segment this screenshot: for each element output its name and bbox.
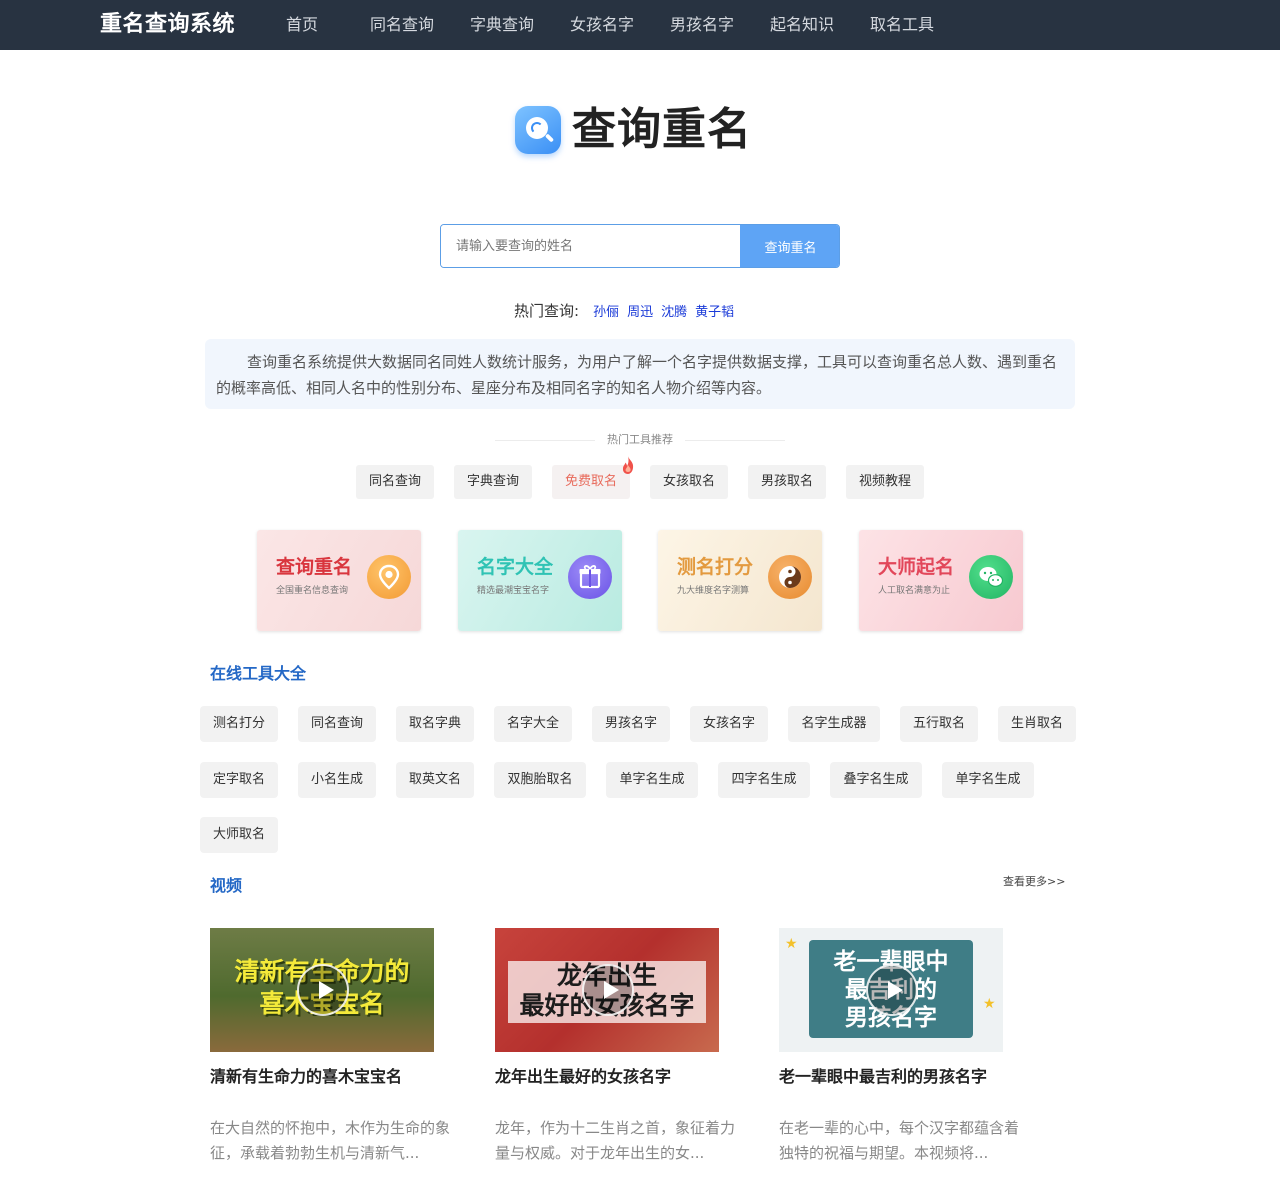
card-title: 大师起名	[878, 556, 955, 578]
tool-link[interactable]: 小名生成	[298, 762, 376, 798]
fire-icon	[622, 456, 634, 474]
tool-link[interactable]: 定字取名	[200, 762, 278, 798]
hot-tool-free-naming[interactable]: 免费取名	[552, 465, 630, 499]
play-icon	[297, 964, 349, 1016]
nav-same-name-query[interactable]: 同名查询	[370, 15, 434, 35]
tool-link[interactable]: 生肖取名	[998, 706, 1076, 742]
card-query-duplicate[interactable]: 查询重名 全国重名信息查询	[257, 530, 421, 631]
hot-tool-girl-naming[interactable]: 女孩取名	[650, 465, 728, 499]
video-description: 在大自然的怀抱中，木作为生命的象征，承载着勃勃生机与清新气...	[210, 1119, 451, 1162]
nav-naming-tools[interactable]: 取名工具	[870, 15, 934, 35]
site-brand[interactable]: 重名查询系统	[100, 11, 235, 39]
search-button[interactable]: 查询重名	[740, 225, 839, 267]
nav-boy-names[interactable]: 男孩名字	[670, 15, 734, 35]
nav-dictionary-query[interactable]: 字典查询	[470, 15, 534, 35]
tool-link[interactable]: 测名打分	[200, 706, 278, 742]
tool-link[interactable]: 单字名生成	[606, 762, 698, 798]
tool-link[interactable]: 取英文名	[396, 762, 474, 798]
hot-tools-title: 热门工具推荐	[607, 433, 673, 446]
card-subtitle: 全国重名信息查询	[276, 586, 349, 596]
page-logo: 查询重名	[515, 104, 765, 160]
card-subtitle: 精选最潮宝宝名字	[477, 586, 550, 596]
nav-home[interactable]: 首页	[286, 15, 318, 35]
star-icon: ★	[983, 996, 996, 1012]
tool-link[interactable]: 取名字典	[396, 706, 474, 742]
card-name-score[interactable]: 测名打分 九大维度名字测算	[658, 530, 822, 631]
view-more-link[interactable]: 查看更多>>	[1003, 874, 1065, 890]
tool-link[interactable]: 男孩名字	[592, 706, 670, 742]
hot-search-link[interactable]: 周迅	[627, 305, 653, 320]
hot-tool-video-tutorial[interactable]: 视频教程	[846, 465, 924, 499]
tool-link[interactable]: 名字生成器	[788, 706, 880, 742]
hot-search: 热门查询: 孙俪 周迅 沈腾 黄子韬	[514, 300, 742, 324]
wechat-icon	[969, 555, 1013, 599]
video-description: 在老一辈的心中，每个汉字都蕴含着独特的祝福与期望。本视频将...	[779, 1119, 1020, 1162]
video-title[interactable]: 清新有生命力的喜木宝宝名	[210, 1066, 402, 1088]
video-title[interactable]: 老一辈眼中最吉利的男孩名字	[779, 1066, 987, 1088]
online-tools-title: 在线工具大全	[210, 664, 307, 683]
video-title[interactable]: 龙年出生最好的女孩名字	[495, 1066, 671, 1088]
card-title: 名字大全	[477, 556, 554, 578]
tool-link[interactable]: 双胞胎取名	[494, 762, 586, 798]
tool-link[interactable]: 同名查询	[298, 706, 376, 742]
tool-link[interactable]: 叠字名生成	[830, 762, 922, 798]
nav-girl-names[interactable]: 女孩名字	[570, 15, 634, 35]
gift-icon	[568, 555, 612, 599]
hot-tool-boy-naming[interactable]: 男孩取名	[748, 465, 826, 499]
video-thumbnail[interactable]: 老一辈眼中 最吉利的 男孩名字 ★ ★	[779, 928, 1003, 1052]
video-thumbnail[interactable]: 清新有生命力的 喜木宝宝名	[210, 928, 434, 1052]
video-description: 龙年，作为十二生肖之首，象征着力量与权威。对于龙年出生的女...	[495, 1119, 736, 1162]
hot-tool-dictionary[interactable]: 字典查询	[454, 465, 532, 499]
card-title: 查询重名	[276, 556, 353, 578]
card-name-collection[interactable]: 名字大全 精选最潮宝宝名字	[458, 530, 622, 631]
tool-link[interactable]: 单字名生成	[942, 762, 1034, 798]
hot-tool-same-name[interactable]: 同名查询	[356, 465, 434, 499]
search-icon	[515, 106, 561, 154]
video-thumbnail[interactable]: 龙年出生 最好的女孩名字	[495, 928, 719, 1052]
location-pin-icon	[367, 555, 411, 599]
play-icon	[866, 964, 918, 1016]
videos-title: 视频	[210, 876, 243, 895]
top-navbar: 重名查询系统 首页 同名查询 字典查询 女孩名字 男孩名字 起名知识 取名工具	[0, 0, 1280, 50]
star-icon: ★	[785, 936, 798, 952]
tool-link[interactable]: 四字名生成	[718, 762, 810, 798]
tool-link[interactable]: 名字大全	[494, 706, 572, 742]
search-bar: 查询重名	[440, 224, 840, 268]
card-subtitle: 人工取名满意为止	[878, 586, 951, 596]
hot-search-link[interactable]: 孙俪	[593, 305, 619, 320]
card-title: 测名打分	[677, 556, 754, 578]
card-master-naming[interactable]: 大师起名 人工取名满意为止	[859, 530, 1023, 631]
tool-link[interactable]: 大师取名	[200, 817, 278, 853]
search-input[interactable]	[441, 225, 740, 267]
tool-link[interactable]: 五行取名	[900, 706, 978, 742]
hot-search-label: 热门查询:	[514, 302, 580, 320]
yin-yang-icon	[768, 555, 812, 599]
hot-search-link[interactable]: 沈腾	[661, 305, 687, 320]
tool-link[interactable]: 女孩名字	[690, 706, 768, 742]
intro-text: 查询重名系统提供大数据同名同姓人数统计服务，为用户了解一个名字提供数据支撑，工具…	[205, 339, 1075, 409]
card-subtitle: 九大维度名字测算	[677, 586, 750, 596]
nav-naming-knowledge[interactable]: 起名知识	[770, 15, 834, 35]
logo-title: 查询重名	[572, 104, 752, 155]
play-icon	[582, 964, 634, 1016]
hot-search-link[interactable]: 黄子韬	[695, 305, 734, 320]
